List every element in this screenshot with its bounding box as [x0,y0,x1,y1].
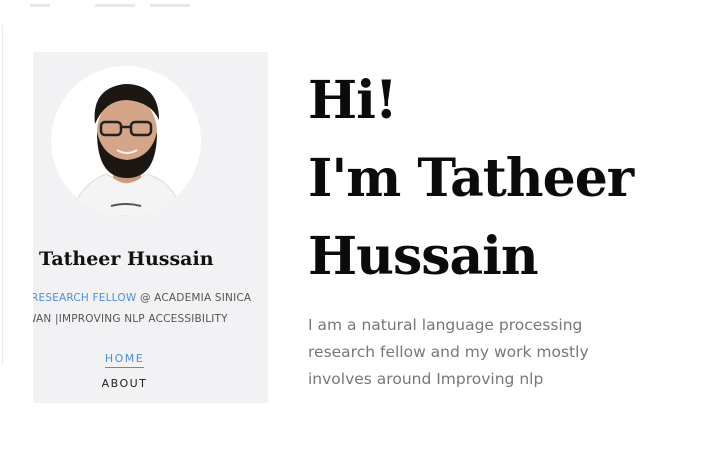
hero-intro: I am a natural language processing resea… [308,316,589,388]
fold-overlay [300,388,708,468]
hero-heading-line2: I'm Tatheer [308,148,634,209]
nav-item-about[interactable]: ABOUT [33,377,216,390]
profile-affiliation: @ ACADEMIA SINICA [136,292,252,304]
profile-affiliation-line2: WAN |IMPROVING NLP ACCESSIBILITY [33,313,228,325]
nav-item-label: ABOUT [101,377,148,390]
nav-item-home[interactable]: HOME [33,352,216,368]
profile-photo-icon [70,84,184,216]
top-artifact [30,4,50,7]
hero-heading: Hi! I'm Tatheer Hussain [308,62,634,296]
top-artifact [95,4,135,7]
sidebar: Tatheer Hussain RESEARCH FELLOW @ ACADEM… [33,52,268,403]
hero-heading-line1: Hi! [308,70,398,131]
sidebar-nav: HOME ABOUT [33,352,216,402]
nav-item-label: HOME [104,352,145,368]
top-artifact [150,4,190,7]
page: Tatheer Hussain RESEARCH FELLOW @ ACADEM… [0,0,708,468]
profile-role[interactable]: RESEARCH FELLOW [33,292,136,304]
profile-name: Tatheer Hussain [39,248,214,270]
profile-tagline: RESEARCH FELLOW @ ACADEMIA SINICA WAN |I… [33,288,268,330]
hero-heading-line3: Hussain [308,226,539,287]
avatar [51,66,201,216]
divider [2,25,3,365]
